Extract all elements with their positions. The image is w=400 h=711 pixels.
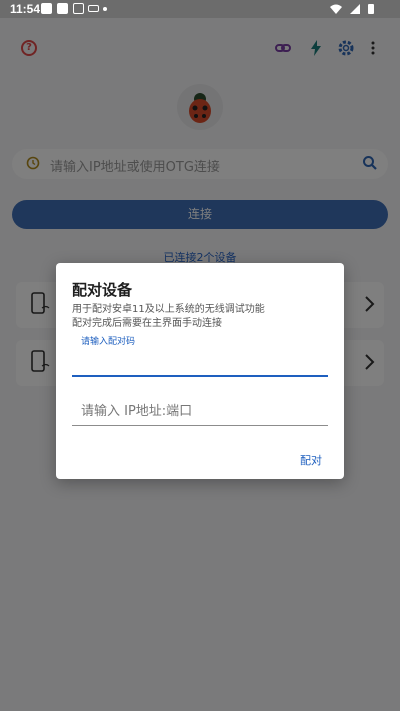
notification-icon xyxy=(73,3,84,14)
pair-device-dialog: 配对设备 用于配对安卓11及以上系统的无线调试功能 配对完成后需要在主界面手动连… xyxy=(56,263,344,479)
pairing-code-label: 请输入配对码 xyxy=(81,337,136,347)
description-line: 用于配对安卓11及以上系统的无线调试功能 xyxy=(72,304,265,315)
dialog-title: 配对设备 xyxy=(72,281,133,299)
status-bar: 11:54 xyxy=(0,0,400,18)
notification-icon xyxy=(41,3,52,14)
pairing-code-input[interactable] xyxy=(72,349,328,377)
signal-icon xyxy=(350,4,360,14)
more-notifications-dot xyxy=(103,7,107,11)
notification-icon xyxy=(57,3,68,14)
description-line: 配对完成后需要在主界面手动连接 xyxy=(72,318,222,329)
ip-port-input[interactable] xyxy=(72,398,328,426)
pair-button[interactable]: 配对 xyxy=(300,452,322,468)
wifi-icon xyxy=(330,4,342,14)
notification-icon xyxy=(88,5,99,12)
battery-icon xyxy=(368,4,374,14)
dialog-description: 用于配对安卓11及以上系统的无线调试功能 配对完成后需要在主界面手动连接 xyxy=(72,303,332,331)
status-time: 11:54 xyxy=(10,2,41,16)
status-right-icons xyxy=(330,3,390,18)
